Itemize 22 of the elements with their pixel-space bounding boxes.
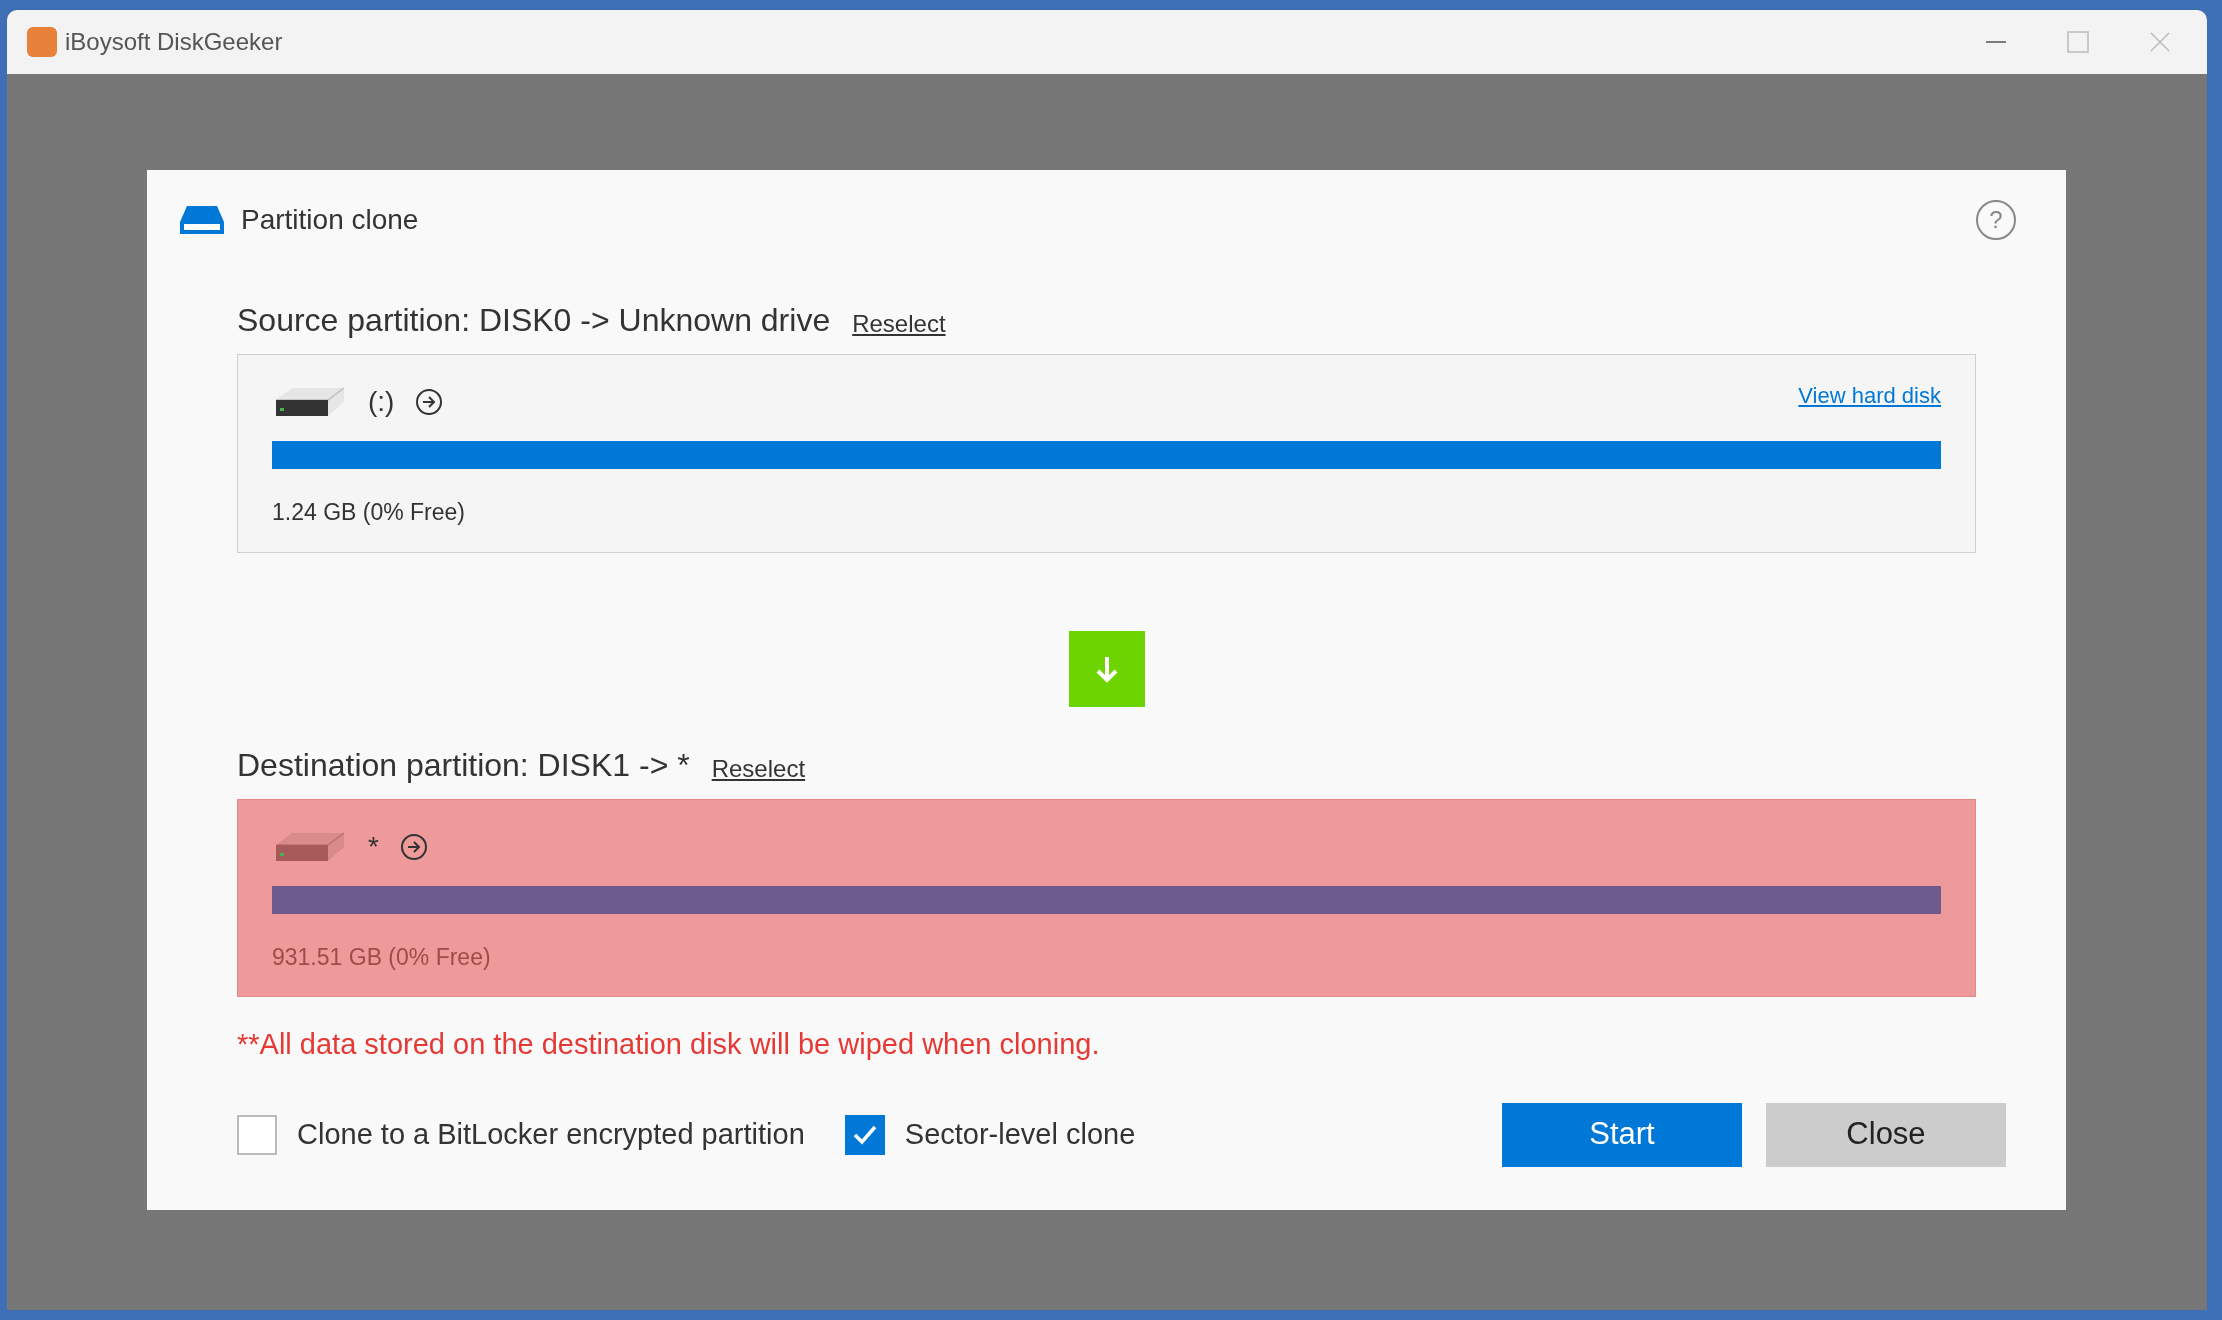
checkbox[interactable] [844,1114,885,1155]
start-button[interactable]: Start [1502,1102,1742,1167]
dialog-title: Partition clone [241,203,419,237]
view-hard-disk-link[interactable]: View hard disk [1798,379,1941,412]
partition-label: Destination partition: DISK1 -> * [237,745,690,785]
checkbox-label: Clone to a BitLocker encrypted partition [297,1116,805,1152]
capacity-text: 931.51 GB (0% Free) [272,942,492,972]
app-logo-icon [27,27,57,57]
partition-name: (:) [368,385,395,419]
window-title: iBoysoft DiskGeeker [65,27,283,57]
arrow-right-circle-icon[interactable] [414,387,445,417]
checkbox-label: Sector-level clone [904,1116,1136,1152]
drive-icon [179,204,225,236]
arrow-right-circle-icon[interactable] [398,831,429,862]
checkbox[interactable] [237,1114,277,1155]
partition-name: * [368,829,379,864]
capacity-text: 1.24 GB (0% Free) [272,498,467,527]
reselect-link[interactable]: Reselect [852,306,946,342]
warning-text: **All data stored on the destination disk will be wiped when cloning. [237,1027,1101,1062]
close-button[interactable]: Close [1766,1102,2006,1167]
partition-label: Source partition: DISK0 -> Unknown drive [237,301,831,340]
reselect-link[interactable]: Reselect [711,750,806,787]
